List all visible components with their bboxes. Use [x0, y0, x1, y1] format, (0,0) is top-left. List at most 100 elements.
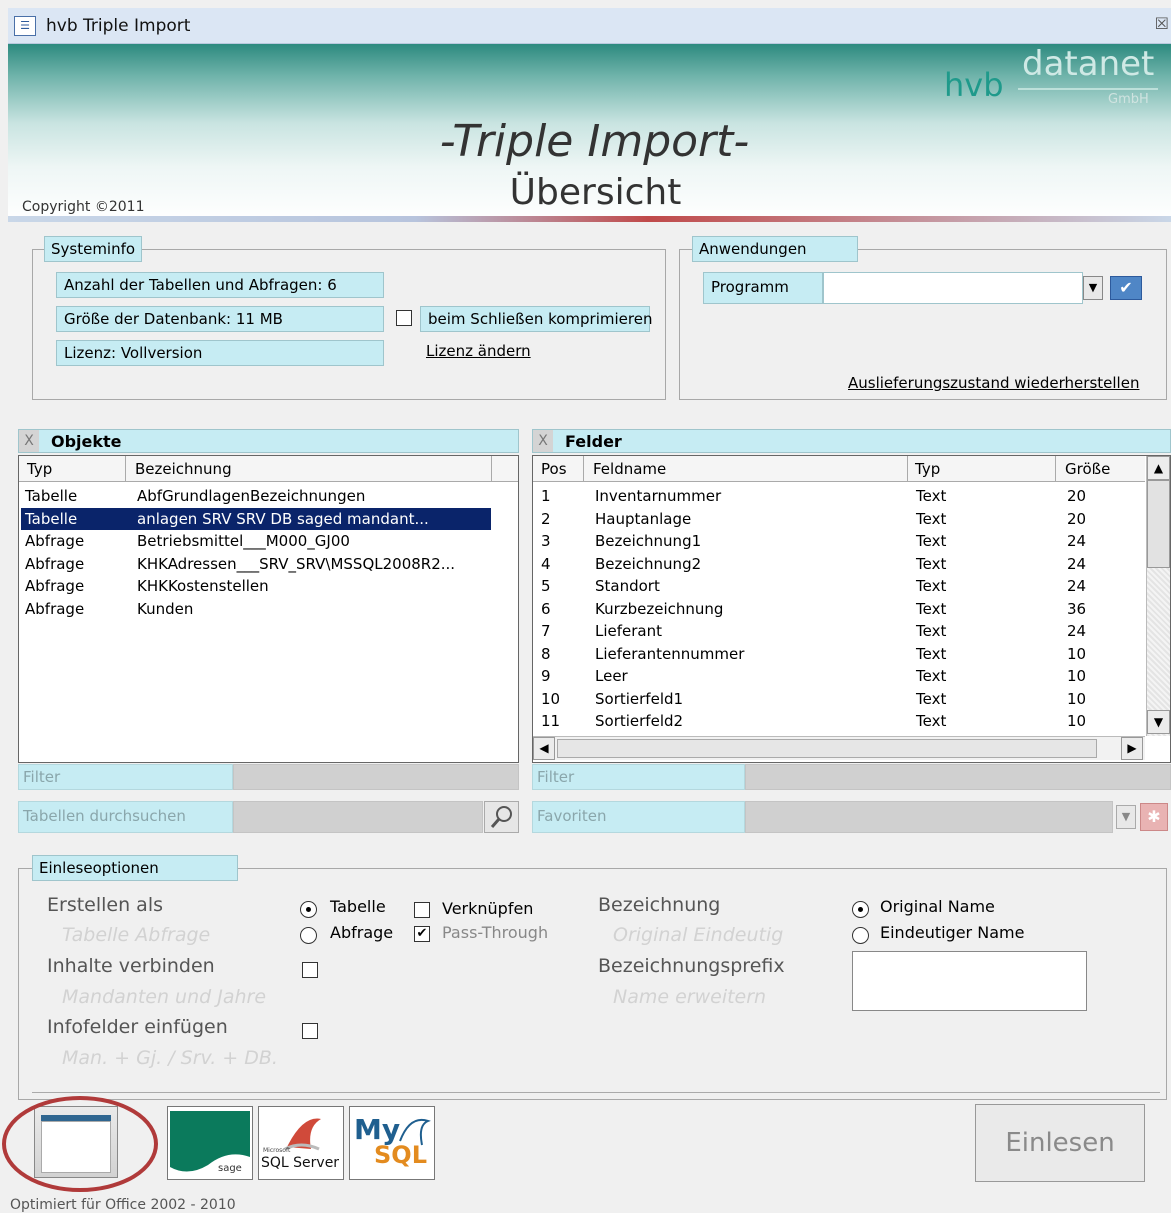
info-fields-hint: Man. + Gj. / Srv. + DB. — [62, 1047, 278, 1069]
objekte-column-header: Typ Bezeichnung — [19, 456, 518, 482]
sqlserver-label: SQL Server — [261, 1155, 340, 1171]
prefix-label: Bezeichnungsprefix — [598, 955, 785, 977]
license-info: Lizenz: Vollversion — [56, 340, 384, 366]
search-tables-label: Tabellen durchsuchen — [18, 801, 233, 833]
table-row[interactable]: 2 Hauptanlage Text 20 — [535, 508, 1135, 531]
close-icon[interactable]: X — [533, 430, 553, 452]
tables-count: Anzahl der Tabellen und Abfragen: 6 — [56, 272, 384, 298]
felder-filter-input[interactable] — [745, 764, 1171, 790]
table-row[interactable]: 10 Sortierfeld1 Text 10 — [535, 688, 1135, 711]
scrollbar-thumb[interactable] — [1147, 480, 1170, 568]
logo-gmbh: GmbH — [1108, 92, 1149, 107]
table-row[interactable]: Abfrage KHKAdressen___SRV_SRV\MSSQL2008R2… — [21, 553, 491, 576]
compress-checkbox[interactable] — [396, 310, 412, 326]
table-row[interactable]: 7 Lieferant Text 24 — [535, 620, 1135, 643]
copyright-text: Copyright ©2011 — [22, 199, 145, 215]
table-row[interactable]: 1 Inventarnummer Text 20 — [535, 485, 1135, 508]
dropdown-arrow-icon[interactable]: ▼ — [1083, 276, 1103, 300]
table-row[interactable]: Abfrage Kunden — [21, 598, 491, 621]
scroll-right-icon[interactable]: ▶ — [1121, 737, 1143, 760]
table-row[interactable]: Abfrage Betriebsmittel___M000_GJ00 — [21, 530, 491, 553]
sqlserver-source-button[interactable]: Microsoft SQL Server — [258, 1106, 344, 1180]
column-pos[interactable]: Pos — [541, 460, 567, 478]
column-typ[interactable]: Typ — [915, 460, 940, 478]
scrollbar-thumb[interactable] — [557, 739, 1097, 758]
confirm-check-icon[interactable]: ✔ — [1110, 276, 1142, 300]
table-row-selected[interactable]: Tabelle anlagen SRV SRV DB saged mandant.… — [21, 507, 491, 530]
compress-label: beim Schließen komprimieren — [420, 306, 652, 332]
form-icon: ☰ — [14, 16, 36, 36]
systeminfo-legend: Systeminfo — [44, 236, 143, 262]
column-feldname[interactable]: Feldname — [593, 460, 666, 478]
create-as-hint: Tabelle Abfrage — [62, 924, 211, 946]
page-title: -Triple Import- — [439, 116, 750, 167]
column-groesse[interactable]: Größe — [1065, 460, 1110, 478]
table-row[interactable]: 3 Bezeichnung1 Text 24 — [535, 530, 1135, 553]
objekte-list[interactable]: Typ Bezeichnung Tabelle AbfGrundlagenBeze… — [18, 455, 519, 763]
pass-through-checkbox[interactable]: ✔ — [414, 926, 430, 942]
close-icon[interactable]: ☒ — [1155, 14, 1169, 33]
info-fields-checkbox[interactable] — [302, 1023, 318, 1039]
radio-original-name-label: Original Name — [880, 897, 995, 916]
annotation-circle — [2, 1096, 158, 1192]
info-fields-label: Infofelder einfügen — [47, 1016, 228, 1038]
radio-original-name[interactable] — [852, 901, 869, 918]
pass-through-label: Pass-Through — [442, 923, 549, 942]
vertical-scrollbar[interactable]: ▲ ▼ — [1146, 456, 1170, 736]
close-icon[interactable]: X — [19, 430, 39, 452]
page-subtitle: Übersicht — [509, 172, 682, 213]
search-icon[interactable] — [484, 801, 519, 833]
scroll-down-icon[interactable]: ▼ — [1147, 710, 1170, 734]
radio-abfrage-label: Abfrage — [330, 923, 394, 942]
felder-list[interactable]: Pos Feldname Typ Größe 1 Inventarnummer Te… — [532, 455, 1171, 763]
radio-tabelle[interactable] — [300, 901, 317, 918]
logo-datanet: datanet — [1022, 44, 1155, 84]
felder-title: Felder — [565, 432, 622, 451]
objekte-filter-input[interactable] — [233, 764, 519, 790]
program-label: Programm — [703, 272, 823, 304]
column-typ[interactable]: Typ — [27, 460, 52, 478]
search-tables-input[interactable] — [233, 801, 483, 833]
favorites-combobox[interactable] — [745, 801, 1113, 833]
table-row[interactable]: 5 Standort Text 24 — [535, 575, 1135, 598]
table-row[interactable]: 6 Kurzbezeichnung Text 36 — [535, 598, 1135, 621]
program-combobox[interactable] — [823, 272, 1083, 304]
banner-divider — [8, 216, 1171, 222]
scroll-left-icon[interactable]: ◀ — [533, 737, 555, 760]
table-row[interactable]: Abfrage KHKKostenstellen — [21, 575, 491, 598]
horizontal-scrollbar[interactable]: ◀ ▶ — [533, 736, 1145, 760]
table-row[interactable]: 4 Bezeichnung2 Text 24 — [535, 553, 1135, 576]
db-size: Größe der Datenbank: 11 MB — [56, 306, 384, 332]
objekte-header: X Objekte — [18, 429, 519, 453]
table-row[interactable]: Tabelle AbfGrundlagenBezeichnungen — [21, 485, 491, 508]
scroll-up-icon[interactable]: ▲ — [1147, 456, 1170, 480]
create-as-label: Erstellen als — [47, 894, 164, 916]
einlesen-button[interactable]: Einlesen — [975, 1104, 1145, 1182]
change-license-link[interactable]: Lizenz ändern — [426, 342, 531, 360]
favorite-star-icon[interactable]: ✱ — [1140, 803, 1168, 831]
footer-text: Optimiert für Office 2002 - 2010 — [10, 1197, 236, 1213]
table-row[interactable]: 8 Lieferantennummer Text 10 — [535, 643, 1135, 666]
mysql-source-button[interactable]: My SQL — [349, 1106, 435, 1180]
logo-hvb: hvb — [944, 66, 1004, 104]
name-label: Bezeichnung — [598, 894, 721, 916]
table-row[interactable]: 9 Leer Text 10 — [535, 665, 1135, 688]
table-row[interactable]: 11 Sortierfeld2 Text 10 — [535, 710, 1135, 733]
divider — [32, 1092, 1160, 1093]
restore-defaults-link[interactable]: Auslieferungszustand wiederherstellen — [848, 374, 1139, 392]
logo-rule — [1018, 88, 1158, 90]
sage-source-button[interactable]: sage — [167, 1106, 253, 1180]
dropdown-arrow-icon[interactable]: ▼ — [1116, 805, 1136, 829]
sqlserver-small-label: Microsoft — [263, 1147, 291, 1154]
prefix-input[interactable] — [852, 951, 1087, 1011]
objekte-filter-label: Filter — [18, 764, 233, 790]
merge-contents-checkbox[interactable] — [302, 962, 318, 978]
window-title: hvb Triple Import — [46, 16, 191, 36]
einleseoptionen-legend: Einleseoptionen — [32, 855, 238, 881]
radio-abfrage[interactable] — [300, 927, 317, 944]
radio-unique-name[interactable] — [852, 927, 869, 944]
radio-tabelle-label: Tabelle — [330, 897, 386, 916]
verknuepfen-checkbox[interactable] — [414, 902, 430, 918]
anwendungen-legend: Anwendungen — [692, 236, 858, 262]
column-bezeichnung[interactable]: Bezeichnung — [135, 460, 232, 478]
